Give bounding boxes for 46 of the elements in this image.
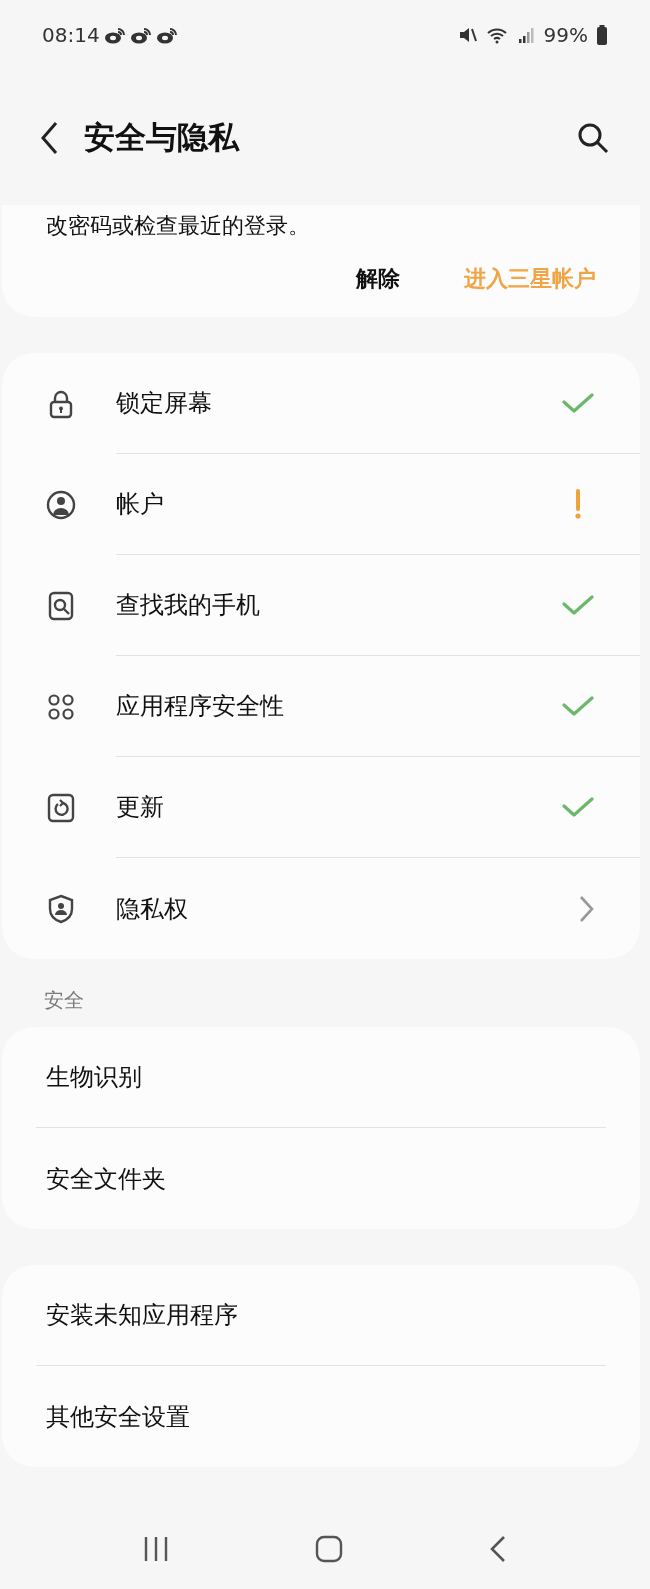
settings-row[interactable]: 帐户 <box>2 454 640 555</box>
mute-icon <box>457 25 478 45</box>
signal-icon <box>517 26 536 44</box>
account-icon <box>46 489 76 520</box>
row-label: 安装未知应用程序 <box>46 1300 238 1331</box>
section-header: 安全 <box>43 987 85 1014</box>
apps-icon <box>46 691 76 722</box>
settings-row[interactable]: 其他安全设置 <box>2 1366 640 1467</box>
settings-row[interactable]: 应用程序安全性 <box>2 656 640 757</box>
notification-icon <box>103 25 126 45</box>
row-label: 帐户 <box>116 489 165 520</box>
checkmark-icon <box>562 594 594 616</box>
dismiss-button[interactable]: 解除 <box>356 262 400 295</box>
back-button[interactable] <box>40 120 60 155</box>
update-icon <box>46 792 76 823</box>
warning-icon <box>574 489 582 519</box>
settings-row[interactable]: 安装未知应用程序 <box>2 1265 640 1366</box>
row-label: 锁定屏幕 <box>116 388 213 419</box>
settings-row[interactable]: 安全文件夹 <box>2 1128 640 1229</box>
row-label: 更新 <box>116 792 165 823</box>
checkmark-icon <box>562 796 594 818</box>
home-icon <box>315 1535 343 1563</box>
notice-text: 改密码或检查最近的登录。 <box>46 212 311 240</box>
battery-text: 99% <box>543 22 588 49</box>
home-button[interactable] <box>315 1535 343 1563</box>
find-phone-icon <box>46 590 76 621</box>
settings-row[interactable]: 生物识别 <box>2 1027 640 1128</box>
notification-icon <box>129 25 152 45</box>
settings-row[interactable]: 锁定屏幕 <box>2 353 640 454</box>
row-label: 生物识别 <box>46 1062 142 1093</box>
row-label: 查找我的手机 <box>116 590 261 621</box>
row-label: 隐私权 <box>116 893 189 925</box>
settings-row[interactable]: 更新 <box>2 757 640 858</box>
checkmark-icon <box>562 695 594 717</box>
clock-text: 08:14 <box>42 22 100 49</box>
settings-row[interactable]: 查找我的手机 <box>2 555 640 656</box>
page-title: 安全与隐私 <box>84 118 239 158</box>
row-label: 应用程序安全性 <box>116 691 285 722</box>
battery-icon <box>596 25 608 45</box>
settings-row[interactable]: 隐私权 <box>2 858 640 959</box>
row-label: 其他安全设置 <box>46 1401 190 1433</box>
notification-icon <box>155 25 178 45</box>
back-icon <box>40 120 60 155</box>
privacy-shield-icon <box>46 893 76 924</box>
row-label: 安全文件夹 <box>46 1163 166 1195</box>
checkmark-icon <box>562 392 594 414</box>
